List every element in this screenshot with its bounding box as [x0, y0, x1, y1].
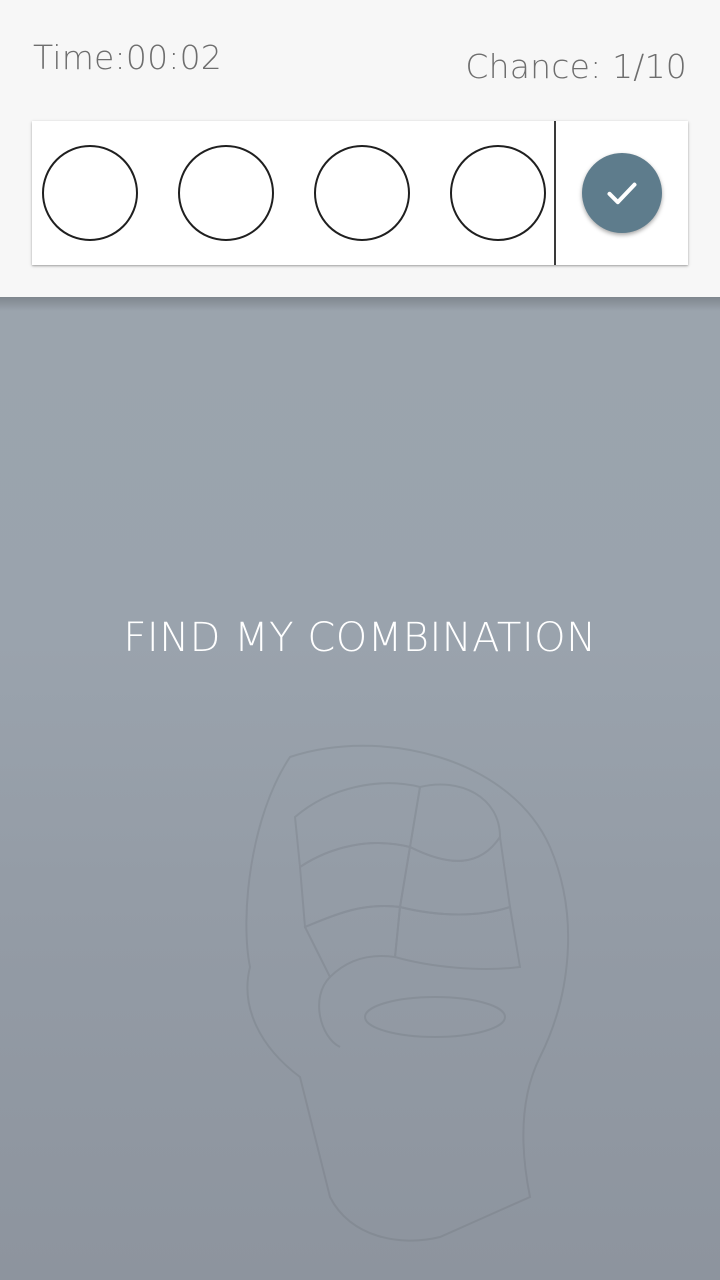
guess-row	[32, 121, 688, 265]
peg-slot-1[interactable]	[42, 145, 138, 241]
timer: Time:00:02	[33, 38, 222, 77]
game-board: FIND MY COMBINATION	[0, 297, 720, 1280]
phrenology-head-icon	[245, 744, 570, 1242]
peg-slot-4[interactable]	[450, 145, 546, 241]
game-screen: Time:00:02 Chance: 1/10 FIND MY COMBINAT…	[0, 0, 720, 1280]
divider	[554, 121, 556, 265]
header-shadow	[0, 297, 720, 311]
check-icon	[607, 182, 637, 205]
peg-slot-3[interactable]	[314, 145, 410, 241]
game-message: FIND MY COMBINATION	[123, 615, 597, 661]
chance-counter: Chance: 1/10	[465, 47, 687, 86]
peg-slot-2[interactable]	[178, 145, 274, 241]
submit-guess-button[interactable]	[582, 153, 662, 233]
header: Time:00:02 Chance: 1/10	[0, 0, 720, 297]
